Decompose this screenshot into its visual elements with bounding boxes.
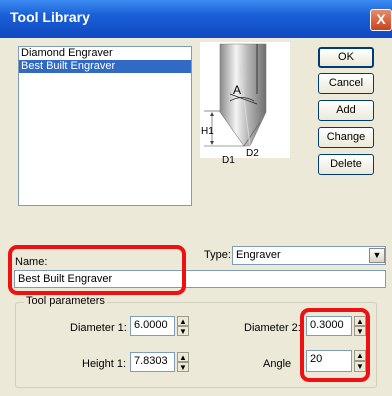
diagram-label-d2: D2 [246, 148, 259, 158]
close-icon: X [376, 11, 386, 27]
title-bar[interactable]: Tool Library X [0, 0, 392, 38]
diagram-label-angle: A [233, 83, 241, 97]
tool-listbox[interactable]: Diamond Engraver Best Built Engraver [18, 46, 192, 206]
dialog-title: Tool Library [10, 9, 90, 25]
add-button[interactable]: Add [318, 100, 374, 121]
diameter2-value: 0.3000 [310, 319, 344, 331]
triangle-up-icon[interactable]: ▲ [177, 316, 189, 326]
diameter1-label: Diameter 1: [70, 322, 127, 334]
diameter1-input[interactable]: 6.0000 [130, 316, 175, 336]
type-select[interactable]: Engraver [232, 246, 386, 265]
height1-label: Height 1: [82, 358, 127, 370]
angle-label: Angle [263, 358, 292, 370]
diagram-label-h1: H1 [201, 126, 214, 137]
diameter2-label: Diameter 2: [244, 322, 301, 334]
type-label: Type: [204, 249, 231, 261]
name-input-value: Best Built Engraver [18, 273, 113, 285]
change-button[interactable]: Change [318, 127, 374, 148]
name-input[interactable]: Best Built Engraver [14, 270, 386, 288]
delete-button[interactable]: Delete [318, 154, 374, 175]
diameter2-input[interactable]: 0.3000 [306, 316, 352, 336]
name-label: Name: [15, 256, 48, 268]
close-button[interactable]: X [370, 9, 392, 31]
list-item[interactable]: Diamond Engraver [19, 47, 191, 60]
tool-library-dialog: Tool Library X Diamond Engraver Best Bui… [0, 0, 392, 396]
triangle-down-icon[interactable]: ▼ [177, 326, 189, 336]
diagram-label-d1: D1 [222, 155, 235, 166]
tool-parameters-title: Tool parameters [24, 295, 107, 307]
list-item-selected[interactable]: Best Built Engraver [19, 60, 191, 73]
engraver-bit-diagram: A H1 D2 [200, 42, 290, 159]
height1-value: 7.8303 [134, 355, 168, 367]
triangle-up-icon[interactable]: ▲ [354, 350, 366, 361]
diameter1-value: 6.0000 [134, 319, 168, 331]
triangle-up-icon[interactable]: ▲ [354, 316, 366, 326]
triangle-down-icon[interactable]: ▼ [354, 361, 366, 372]
type-select-value: Engraver [236, 249, 281, 261]
triangle-up-icon[interactable]: ▲ [177, 352, 189, 362]
triangle-down-icon[interactable]: ▼ [177, 362, 189, 372]
angle-input[interactable]: 20 [306, 350, 352, 372]
tool-parameters-group [15, 302, 377, 388]
triangle-down-icon[interactable]: ▼ [354, 326, 366, 336]
height1-input[interactable]: 7.8303 [130, 352, 175, 372]
ok-button[interactable]: OK [318, 47, 374, 68]
cancel-button[interactable]: Cancel [318, 73, 374, 94]
angle-value: 20 [310, 353, 323, 365]
chevron-down-icon[interactable]: ▼ [369, 248, 385, 263]
